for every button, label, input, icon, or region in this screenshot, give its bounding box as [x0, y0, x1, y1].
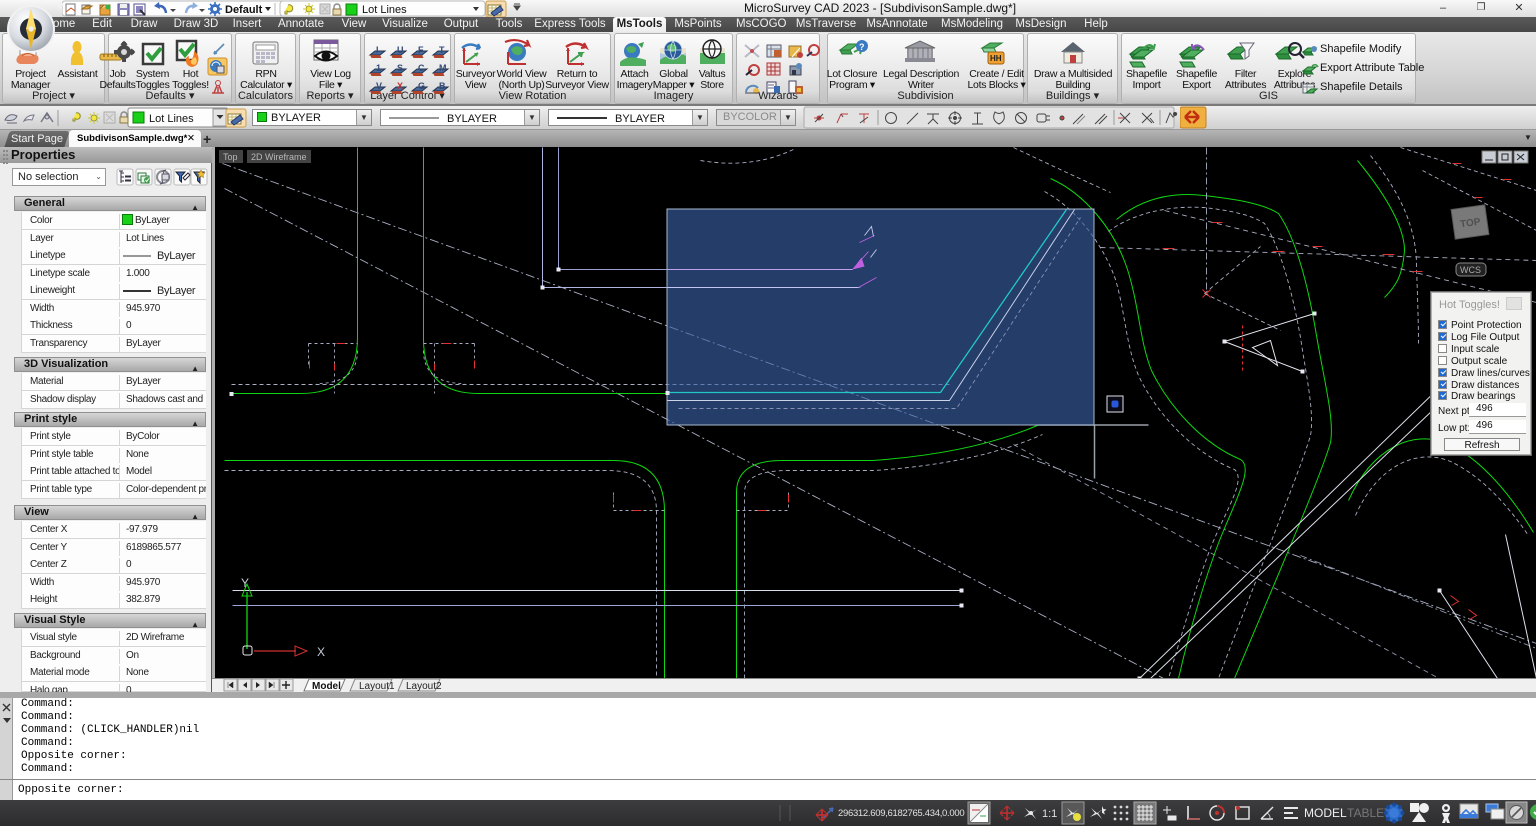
- svg-text:X: X: [397, 81, 403, 91]
- svg-text:Y: Y: [241, 576, 249, 590]
- svg-text:Shapefile Modify: Shapefile Modify: [1320, 43, 1402, 55]
- svg-text:M: M: [439, 63, 447, 73]
- svg-text:U: U: [397, 45, 404, 55]
- svg-text:G: G: [418, 81, 425, 91]
- svg-text:ByLayer: ByLayer: [157, 285, 196, 296]
- svg-text:Lot Lines: Lot Lines: [362, 4, 407, 16]
- svg-text:V: V: [376, 81, 382, 91]
- svg-text:B: B: [439, 81, 446, 91]
- svg-text:Lot Lines: Lot Lines: [149, 113, 194, 125]
- svg-text:?: ?: [859, 42, 865, 52]
- svg-text:WCS: WCS: [1460, 265, 1481, 275]
- svg-text:Layout1: Layout1: [359, 681, 395, 692]
- svg-text:296312.609,6182765.434,0.000: 296312.609,6182765.434,0.000: [838, 808, 964, 819]
- svg-text:T: T: [439, 45, 445, 55]
- svg-text:I: I: [376, 45, 379, 55]
- svg-text:2D Wireframe: 2D Wireframe: [251, 152, 307, 162]
- svg-text:ByLayer: ByLayer: [157, 250, 196, 261]
- svg-text:F: F: [418, 45, 424, 55]
- svg-text:MODEL: MODEL: [1304, 806, 1347, 820]
- svg-text:1:1: 1:1: [1042, 808, 1057, 820]
- svg-text:S: S: [397, 63, 403, 73]
- svg-text:BYLAYER: BYLAYER: [447, 113, 497, 125]
- svg-text:X: X: [317, 645, 325, 659]
- svg-text:Default: Default: [225, 4, 263, 16]
- svg-text:BYLAYER: BYLAYER: [615, 113, 665, 125]
- svg-text:Export Attribute Table: Export Attribute Table: [1320, 62, 1424, 74]
- svg-text:Top: Top: [223, 152, 238, 162]
- svg-text:C: C: [418, 63, 425, 73]
- svg-text:1: 1: [376, 63, 381, 73]
- svg-text:Shapefile Details: Shapefile Details: [1320, 81, 1403, 93]
- svg-text:Model: Model: [312, 681, 341, 692]
- svg-text:Layout2: Layout2: [406, 681, 442, 692]
- svg-text:HH: HH: [990, 54, 1002, 63]
